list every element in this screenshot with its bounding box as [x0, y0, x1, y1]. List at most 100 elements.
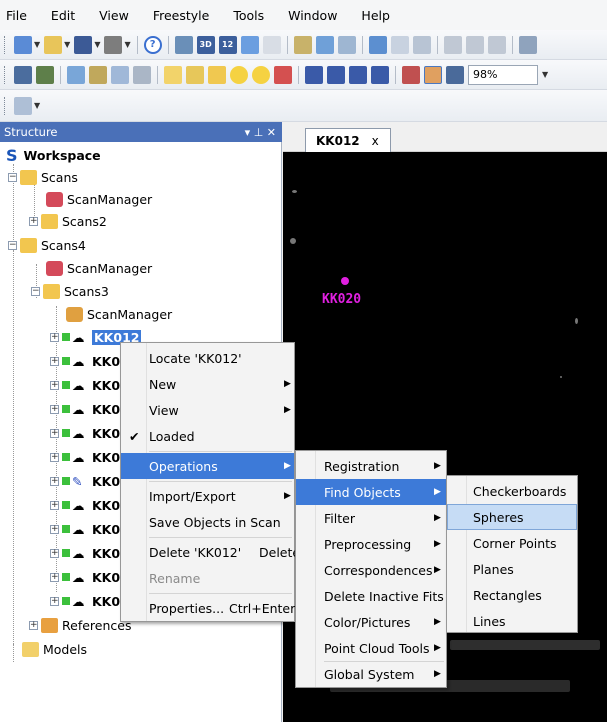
tag-icon[interactable]	[67, 65, 85, 84]
menu-item-correspondences[interactable]: Correspondences ▶	[296, 557, 446, 583]
report-icon[interactable]	[390, 35, 409, 54]
line-select-icon[interactable]	[186, 65, 204, 84]
measure-icon[interactable]	[133, 65, 151, 84]
polygon-select-icon[interactable]	[208, 65, 226, 84]
scan-icon[interactable]	[174, 35, 193, 54]
tree-node-scan[interactable]: + ☁ KK0	[50, 446, 120, 468]
expand-icon[interactable]: +	[50, 332, 59, 342]
new-dropdown-icon[interactable]: ▼	[34, 40, 40, 49]
clipbox-icon[interactable]	[293, 35, 312, 54]
tree-node-scanmanager[interactable]: ScanManager	[46, 257, 152, 279]
zoom-level-field[interactable]: 98%	[468, 64, 538, 85]
scissors-icon[interactable]	[402, 65, 420, 84]
expand-icon[interactable]: +	[50, 524, 59, 534]
menu-item-delete-inactive-fits[interactable]: Delete Inactive Fits	[296, 583, 446, 609]
tree-node-scans3[interactable]: − Scans3	[31, 280, 109, 302]
menu-file[interactable]: File	[6, 8, 27, 23]
collapse-icon[interactable]: −	[31, 286, 40, 296]
menu-item-operations[interactable]: Operations ▶	[121, 453, 294, 479]
upload-icon[interactable]	[337, 35, 356, 54]
zoom-dropdown-icon[interactable]: ▼	[542, 70, 548, 79]
expand-icon[interactable]: +	[50, 380, 59, 390]
panel-icon[interactable]	[262, 35, 281, 54]
tree-node-scans4[interactable]: − Scans4	[8, 234, 86, 256]
expand-icon[interactable]: +	[50, 428, 59, 438]
expand-icon[interactable]: +	[50, 452, 59, 462]
corner-select-icon[interactable]	[274, 65, 292, 84]
tree-node-scanmanager[interactable]: ScanManager	[66, 303, 172, 325]
fit-icon[interactable]	[446, 65, 464, 84]
menu-item-preprocessing[interactable]: Preprocessing ▶	[296, 531, 446, 557]
collapse-icon[interactable]: −	[8, 172, 17, 182]
zoom-icon[interactable]	[518, 35, 537, 54]
menu-item-filter[interactable]: Filter ▶	[296, 505, 446, 531]
save-dropdown-icon[interactable]: ▼	[94, 40, 100, 49]
menu-freestyle[interactable]: Freestyle	[153, 8, 210, 23]
expand-icon[interactable]: +	[50, 548, 59, 558]
tree-node-scan[interactable]: + ☁ KK0	[50, 518, 120, 540]
expand-icon[interactable]: +	[50, 404, 59, 414]
tree-node-scanmanager[interactable]: ScanManager	[46, 188, 152, 210]
menu-item-find-objects[interactable]: Find Objects ▶	[296, 479, 446, 505]
toolbar-grip[interactable]	[4, 96, 8, 115]
menu-view[interactable]: View	[99, 8, 129, 23]
menu-item-save-objects[interactable]: Save Objects in Scan	[121, 509, 294, 535]
close-icon[interactable]: x	[372, 134, 379, 148]
menu-item-color-pictures[interactable]: Color/Pictures ▶	[296, 609, 446, 635]
save-icon[interactable]	[74, 35, 93, 54]
tree-node-scans[interactable]: − Scans	[8, 166, 78, 188]
expand-icon[interactable]: +	[50, 500, 59, 510]
menu-item-delete[interactable]: Delete 'KK012' Delete	[121, 539, 300, 565]
menu-item-view[interactable]: View ▶	[121, 397, 294, 423]
expand-icon[interactable]: +	[50, 356, 59, 366]
tree-node-scan[interactable]: + ☁ KK0	[50, 494, 120, 516]
mode-a-icon[interactable]	[305, 65, 323, 84]
panel-controls-icon[interactable]: ▾ ⊥ ✕	[245, 126, 276, 139]
select-icon[interactable]	[14, 65, 32, 84]
filter-icon[interactable]	[36, 65, 54, 84]
expand-icon[interactable]: +	[50, 476, 59, 486]
scan-position-marker[interactable]	[341, 277, 349, 285]
menu-item-planes[interactable]: Planes	[447, 556, 577, 582]
menu-item-checkerboards[interactable]: Checkerboards	[447, 478, 577, 504]
menu-item-lines[interactable]: Lines	[447, 608, 577, 634]
menu-item-registration[interactable]: Registration ▶	[296, 453, 446, 479]
tree-node-scan[interactable]: + ☁ KK0	[50, 422, 120, 444]
users-icon[interactable]	[315, 35, 334, 54]
tree-node-scan[interactable]: + ☁ KK0	[50, 398, 120, 420]
menu-tools[interactable]: Tools	[233, 8, 264, 23]
layers-icon[interactable]	[412, 35, 431, 54]
expand-icon[interactable]: +	[50, 572, 59, 582]
print-dropdown-icon[interactable]: ▼	[124, 40, 130, 49]
tree-node-scan[interactable]: + ☁ KK0	[50, 542, 120, 564]
tree-node-models[interactable]: Models	[22, 638, 87, 660]
open-icon[interactable]	[44, 35, 63, 54]
menu-help[interactable]: Help	[361, 8, 390, 23]
menu-item-corner-points[interactable]: Corner Points	[447, 530, 577, 556]
tree-node-scan[interactable]: + ✎ KK0	[50, 470, 120, 492]
next-icon[interactable]	[465, 35, 484, 54]
group-icon[interactable]	[111, 65, 129, 84]
expand-icon[interactable]: +	[29, 216, 38, 226]
new-icon[interactable]	[14, 35, 32, 54]
workspace-icon[interactable]	[14, 96, 32, 115]
prev-icon[interactable]	[443, 35, 462, 54]
ellipse-select-icon[interactable]	[252, 65, 270, 84]
tree-node-scan[interactable]: + ☁ KK0	[50, 350, 120, 372]
menu-item-global-system[interactable]: Global System ▶	[296, 661, 446, 687]
quickview-icon[interactable]: 12	[218, 35, 237, 54]
menu-window[interactable]: Window	[288, 8, 337, 23]
rectangle-select-icon[interactable]	[164, 65, 182, 84]
circle-select-icon[interactable]	[230, 65, 248, 84]
tree-node-scan[interactable]: + ☁ KK0	[50, 374, 120, 396]
menu-item-new[interactable]: New ▶	[121, 371, 294, 397]
home-icon[interactable]	[240, 35, 259, 54]
menu-edit[interactable]: Edit	[51, 8, 75, 23]
open-dropdown-icon[interactable]: ▼	[64, 40, 70, 49]
menu-item-loaded[interactable]: ✔ Loaded	[121, 423, 294, 449]
menu-item-properties[interactable]: Properties... Ctrl+Enter	[121, 595, 295, 621]
tree-workspace[interactable]: S Workspace	[6, 144, 101, 166]
mode-b-icon[interactable]	[327, 65, 345, 84]
toolbar-grip[interactable]	[4, 35, 8, 54]
tab-kk012[interactable]: KK012 x	[305, 128, 391, 152]
